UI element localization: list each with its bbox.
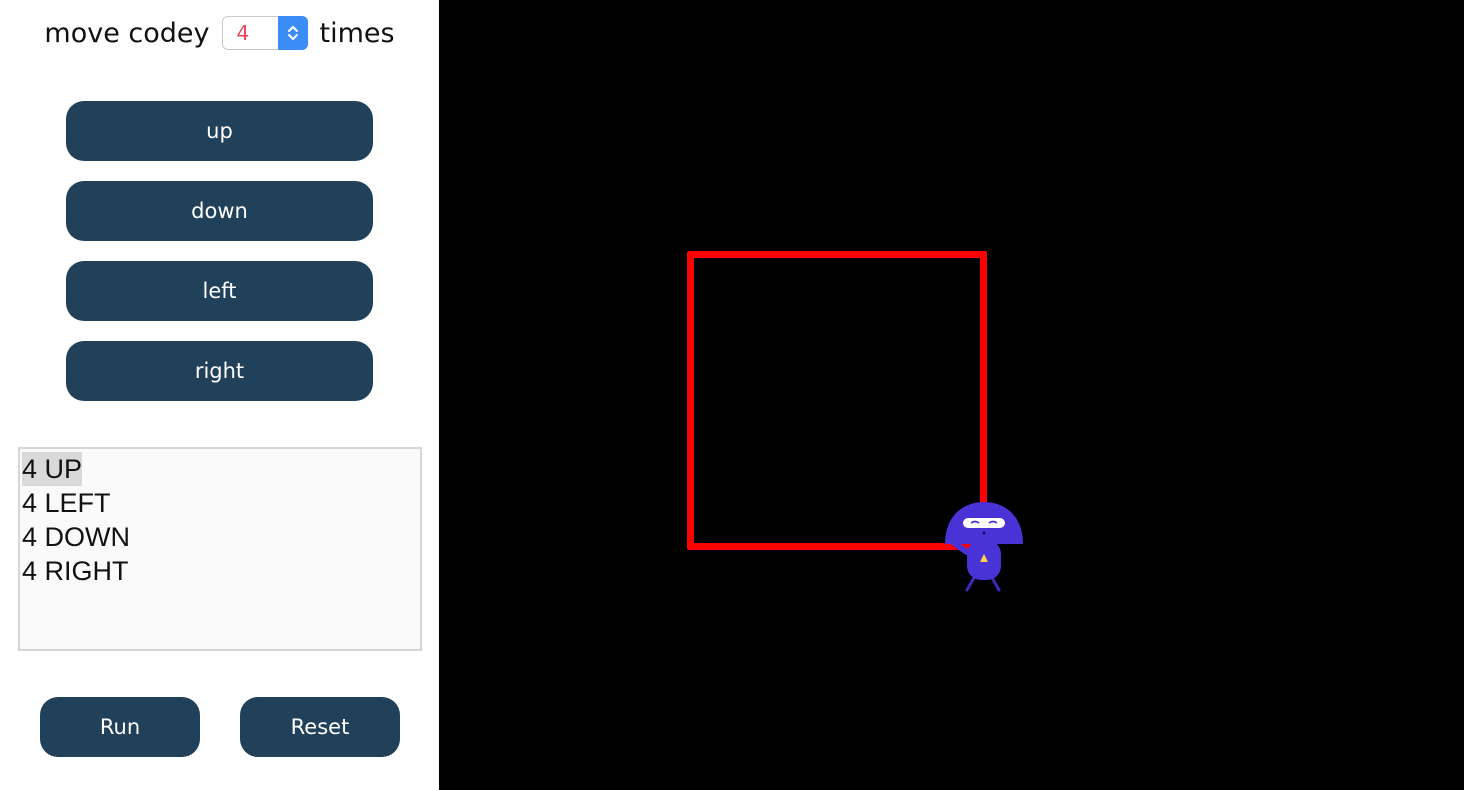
move-codey-label: move codey [44, 17, 210, 49]
control-panel: move codey 4 times up down left right 4 … [0, 0, 439, 790]
move-count-stepper[interactable]: 4 [221, 16, 308, 50]
left-button[interactable]: left [66, 261, 373, 321]
command-list-item[interactable]: 4 DOWN [20, 520, 420, 554]
command-list-item[interactable]: 4 LEFT [20, 486, 420, 520]
right-button[interactable]: right [66, 341, 373, 401]
codey-ninja-icon [945, 502, 1023, 592]
move-count-value: 4 [236, 21, 250, 45]
reset-button[interactable]: Reset [240, 697, 400, 757]
times-label: times [319, 17, 395, 49]
run-button[interactable]: Run [40, 697, 200, 757]
command-list[interactable]: 4 UP 4 LEFT 4 DOWN 4 RIGHT [18, 447, 422, 651]
move-row: move codey 4 times [0, 14, 439, 52]
down-button[interactable]: down [66, 181, 373, 241]
drawing-stage [439, 0, 1464, 790]
up-button[interactable]: up [66, 101, 373, 161]
command-list-item[interactable]: 4 UP [20, 452, 420, 486]
command-list-item[interactable]: 4 RIGHT [20, 554, 420, 588]
up-down-chevron-icon[interactable] [277, 16, 308, 50]
